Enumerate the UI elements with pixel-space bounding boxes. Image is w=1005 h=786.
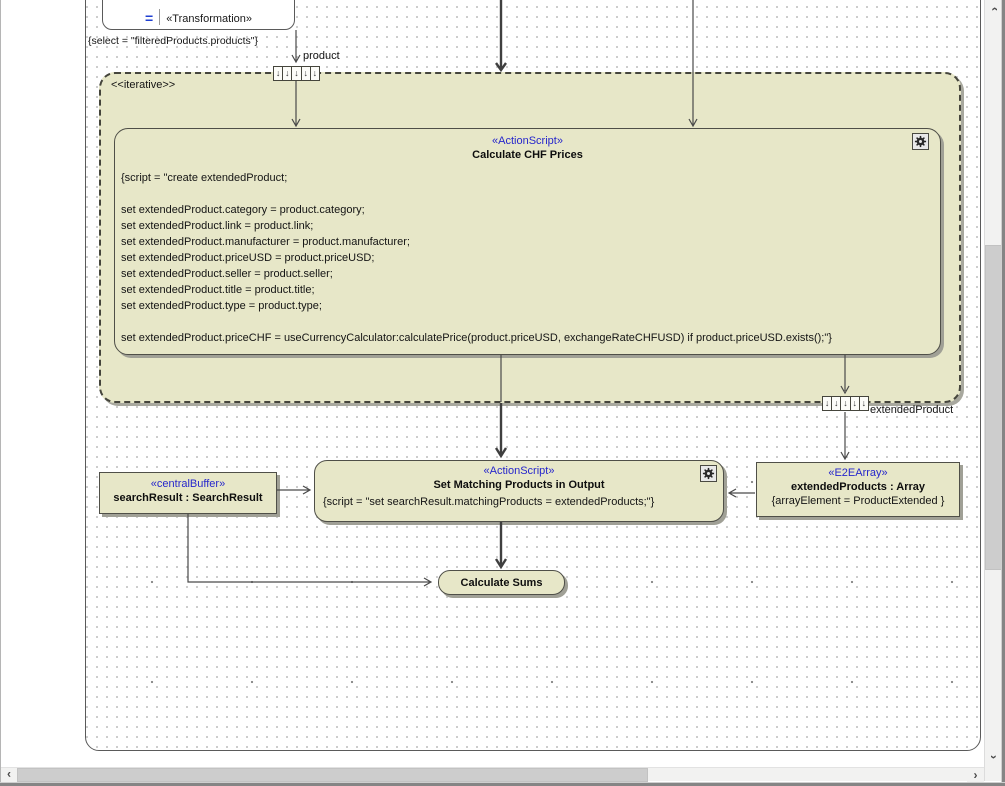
scroll-left-button[interactable]: › (0, 768, 17, 782)
set-stereotype: «ActionScript» (315, 464, 723, 478)
product-pin-label: product (303, 50, 340, 62)
window-border-bottom (0, 782, 1005, 786)
gear-glyph (702, 467, 715, 480)
pin-arrow-icon: ↓ (311, 67, 319, 80)
set-matching-products-action[interactable]: «ActionScript» Set Matching Products in … (314, 460, 724, 522)
scroll-down-button[interactable]: › (985, 748, 1002, 765)
array-stereotype: «E2EArray» (757, 466, 959, 480)
calculate-chf-prices-action[interactable]: «ActionScript» Calculate CHF Prices {scr… (114, 128, 941, 355)
buffer-title: searchResult : SearchResult (100, 491, 276, 505)
pin-arrow-icon: ↓ (283, 67, 292, 80)
vertical-scrollbar[interactable]: › › (984, 0, 1001, 781)
horizontal-scroll-thumb[interactable] (17, 768, 648, 782)
transformation-node[interactable]: = «Transformation» (102, 0, 295, 30)
set-title: Set Matching Products in Output (315, 478, 723, 492)
gear-glyph (914, 135, 927, 148)
transformation-stereotype: «Transformation» (166, 13, 252, 25)
action-gear-icon (700, 465, 717, 482)
set-script: {script = "set searchResult.matchingProd… (315, 494, 723, 510)
scroll-up-button[interactable]: › (985, 0, 1002, 17)
vertical-scroll-thumb[interactable] (985, 245, 1002, 570)
array-title: extendedProducts : Array (757, 480, 959, 494)
searchresult-central-buffer[interactable]: «centralBuffer» searchResult : SearchRes… (99, 472, 277, 514)
window-border-left (0, 0, 1, 786)
pin-arrow-icon: ↓ (851, 397, 860, 410)
pin-arrow-icon: ↓ (841, 397, 850, 410)
pin-arrow-icon: ↓ (823, 397, 832, 410)
buffer-stereotype: «centralBuffer» (100, 477, 276, 491)
chf-title: Calculate CHF Prices (115, 148, 940, 162)
window-border-right (1001, 0, 1005, 786)
separator (159, 9, 160, 25)
pin-arrow-icon: ↓ (292, 67, 301, 80)
chevron-left-icon: › (7, 768, 11, 782)
sums-title: Calculate Sums (461, 576, 543, 590)
calculate-sums-action[interactable]: Calculate Sums (438, 570, 565, 595)
chevron-up-icon: › (987, 7, 1001, 11)
horizontal-scrollbar[interactable]: › › (0, 767, 984, 781)
output-expansion-node[interactable]: ↓ ↓ ↓ ↓ ↓ (822, 396, 869, 411)
pin-arrow-icon: ↓ (302, 67, 311, 80)
chevron-down-icon: › (987, 755, 1001, 759)
extendedproduct-pin-label: extendedProduct (870, 404, 953, 416)
pin-arrow-icon: ↓ (832, 397, 841, 410)
extendedproducts-array-node[interactable]: «E2EArray» extendedProducts : Array {arr… (756, 462, 960, 517)
chf-script: {script = "create extendedProduct; set e… (115, 170, 940, 346)
equals-icon: = (145, 11, 153, 25)
array-constraint: {arrayElement = ProductExtended } (757, 494, 959, 509)
select-constraint: {select = "filteredProducts.products"} (88, 35, 258, 47)
chevron-right-icon: › (974, 768, 978, 782)
input-expansion-node[interactable]: ↓ ↓ ↓ ↓ ↓ (273, 66, 320, 81)
action-gear-icon (912, 133, 929, 150)
scroll-right-button[interactable]: › (967, 768, 984, 782)
iterative-region-label: <<iterative>> (111, 79, 175, 91)
pin-arrow-icon: ↓ (860, 397, 868, 410)
chf-stereotype: «ActionScript» (115, 134, 940, 148)
pin-arrow-icon: ↓ (274, 67, 283, 80)
